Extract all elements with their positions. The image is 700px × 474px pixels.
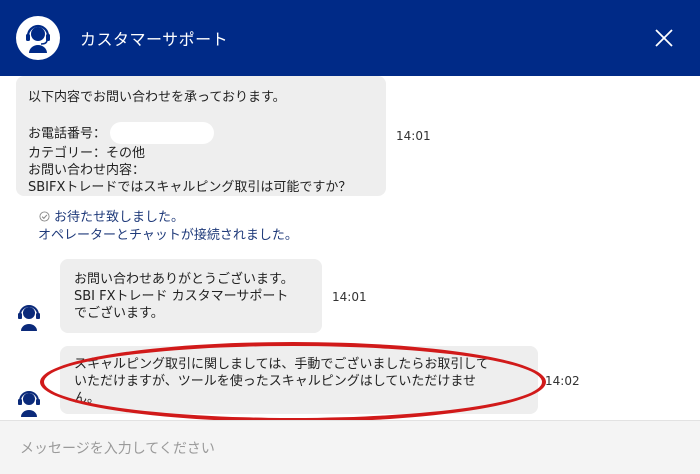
message-line: 以下内容でお問い合わせを承っております。	[28, 90, 286, 105]
agent-avatar	[14, 388, 44, 418]
headset-agent-icon	[18, 305, 40, 331]
chat-header: カスタマーサポート	[0, 0, 700, 76]
headset-agent-icon	[16, 16, 60, 60]
headset-agent-icon	[18, 391, 40, 417]
message-timestamp: 14:02	[545, 374, 580, 388]
message-line: お問い合わせ内容：	[28, 163, 146, 178]
phone-label: お電話番号：	[28, 126, 107, 142]
system-message-text: お待たせ致しました。	[54, 210, 185, 225]
message-timestamp: 14:01	[332, 290, 367, 304]
message-input[interactable]	[18, 431, 686, 467]
message-line: SBI FXトレード カスタマーサポート	[74, 289, 289, 304]
chat-transcript[interactable]: 以下内容でお問い合わせを承っております。 お電話番号： カテゴリー：その他 お問…	[0, 76, 700, 420]
close-icon	[655, 29, 673, 47]
message-line: お電話番号：	[28, 122, 374, 145]
message-bubble-inquiry: 以下内容でお問い合わせを承っております。 お電話番号： カテゴリー：その他 お問…	[16, 76, 386, 196]
check-icon	[39, 211, 50, 222]
message-line	[28, 106, 374, 123]
message-line: SBIFXトレードではスキャルピング取引は可能ですか？	[28, 180, 352, 195]
message-bubble-agent: お問い合わせありがとうございます。 SBI FXトレード カスタマーサポート で…	[60, 259, 322, 333]
message-line: カテゴリー：その他	[28, 146, 146, 161]
agent-avatar	[14, 302, 44, 332]
message-line: スキャルピング取引に関しましては、手動でございましたらお取引して	[74, 357, 489, 372]
message-composer	[0, 420, 700, 474]
message-timestamp: 14:01	[396, 129, 431, 143]
message-bubble-agent-highlighted: スキャルピング取引に関しましては、手動でございましたらお取引して いただけますが…	[60, 346, 538, 414]
system-message-line: オペレーターとチャットが接続されました。	[38, 228, 298, 243]
header-title: カスタマーサポート	[80, 30, 229, 49]
system-message-line: お待たせ致しました。	[39, 209, 298, 227]
system-message: お待たせ致しました。 オペレーターとチャットが接続されました。	[38, 209, 298, 245]
redacted-phone-number	[110, 122, 215, 144]
close-button[interactable]	[652, 26, 676, 50]
message-line: お問い合わせありがとうございます。	[74, 272, 294, 287]
message-line: でございます。	[74, 306, 164, 321]
message-line: ん。	[74, 391, 101, 406]
message-line: いただけますが、ツールを使ったスキャルピングはしていただけませ	[74, 374, 476, 389]
